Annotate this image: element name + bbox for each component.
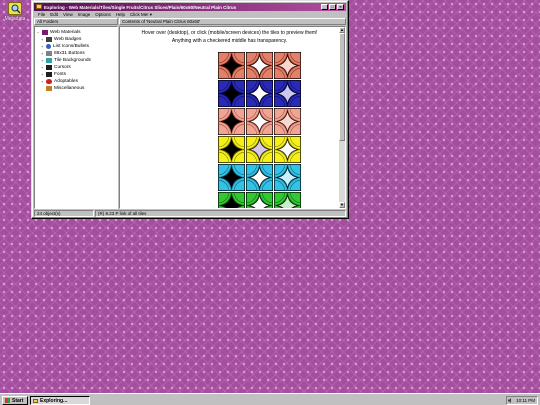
tile-grid: [218, 52, 301, 209]
tree-item[interactable]: + Adoptables: [37, 78, 117, 85]
tile-row: [218, 108, 301, 135]
tree-item[interactable]: + Web Badges: [37, 36, 117, 43]
badge-icon: [46, 37, 52, 42]
citrus-tile[interactable]: [218, 136, 245, 163]
menu-help[interactable]: Help: [116, 12, 125, 17]
tree-item-label: List Icons/Bullets: [53, 44, 89, 49]
contents-pane: Hover over (desktop), or click (mobile/s…: [119, 26, 346, 209]
explorer-window: Exploring - Web Materials/Tiles/Single F…: [31, 0, 349, 219]
menu-bar: File Edit View Image Options Help Click …: [34, 11, 346, 18]
window-title: Exploring - Web Materials/Tiles/Single F…: [44, 4, 237, 10]
citrus-tile[interactable]: [274, 136, 301, 163]
tile-row: [218, 52, 301, 79]
citrus-tile[interactable]: [246, 164, 273, 191]
desktop-icon-label: Metadata: [4, 16, 26, 22]
taskbar-exploring-button[interactable]: Exploring...: [30, 396, 90, 405]
tree-item-label: Web Materials: [50, 30, 81, 35]
info-text-hover: Hover over (desktop), or click (mobile/s…: [141, 30, 318, 36]
tree-item-label: Tile Backgrounds: [54, 58, 91, 63]
citrus-tile[interactable]: [218, 192, 245, 209]
folder-tree: − Web Materials + Web Badges + List Icons/Bul…: [34, 26, 118, 209]
citrus-tile[interactable]: [218, 164, 245, 191]
citrus-tile[interactable]: [246, 52, 273, 79]
maximize-button[interactable]: □: [329, 4, 336, 10]
citrus-tile[interactable]: [218, 108, 245, 135]
status-bar: 24 object(s) (R) 8.23 P link of all tile…: [34, 210, 346, 217]
tree-item-label: Fonts: [54, 72, 66, 77]
tree-item[interactable]: + Tile Backgrounds: [37, 57, 117, 64]
tile-row: [218, 192, 301, 209]
scroll-down-arrow-icon[interactable]: ▼: [339, 202, 345, 208]
tree-item-label: 88x31 Buttons: [54, 51, 85, 56]
tree-item-label: Cursors: [54, 65, 71, 70]
tree-item-label: Miscellaneous: [54, 86, 85, 91]
tile-icon: [46, 58, 52, 63]
tile-row: [218, 164, 301, 191]
tree-item[interactable]: Miscellaneous: [37, 85, 117, 92]
desktop-icon-metadata[interactable]: Metadata: [3, 2, 27, 22]
citrus-tile[interactable]: [246, 192, 273, 209]
tree-item[interactable]: +88x31 Buttons: [37, 50, 117, 57]
heart-icon: [46, 79, 52, 84]
menu-file[interactable]: File: [38, 12, 45, 17]
menu-options[interactable]: Options: [95, 12, 111, 17]
tree-item[interactable]: + Fonts: [37, 71, 117, 78]
close-button[interactable]: ×: [337, 4, 344, 10]
tree-item[interactable]: − Web Materials: [37, 29, 117, 36]
taskbar-exploring-label: Exploring...: [40, 397, 68, 404]
tree-item[interactable]: + List Icons/Bullets: [37, 43, 117, 50]
tree-item-label: Adoptables: [54, 79, 79, 84]
start-label: Start: [12, 397, 24, 404]
minimize-button[interactable]: _: [321, 4, 328, 10]
system-tray: 10:11 PM: [506, 396, 538, 405]
contents-header: Contents of 'Neutral Plain Citrus 60x60': [119, 18, 346, 25]
citrus-tile[interactable]: [274, 164, 301, 191]
citrus-tile[interactable]: [274, 80, 301, 107]
clock: 10:11 PM: [516, 398, 535, 403]
citrus-tile[interactable]: [218, 80, 245, 107]
windows-logo-icon: [5, 398, 10, 403]
citrus-tile[interactable]: [274, 52, 301, 79]
citrus-tile[interactable]: [246, 80, 273, 107]
tile-row: [218, 80, 301, 107]
taskbar: Start Exploring... 10:11 PM: [0, 393, 540, 405]
info-text-transparency: Anything with a checkered middle has tra…: [171, 38, 288, 44]
tile-row: [218, 136, 301, 163]
citrus-tile[interactable]: [218, 52, 245, 79]
menu-edit[interactable]: Edit: [50, 12, 58, 17]
status-object-count: 24 object(s): [34, 210, 94, 217]
all-folders-header: All Folders: [34, 18, 118, 25]
speaker-icon[interactable]: [508, 397, 513, 404]
bullet-icon: [46, 44, 51, 49]
menu-click-me[interactable]: Click Me! ▾: [130, 12, 152, 18]
cursor-icon: [46, 65, 52, 70]
folder-icon: [42, 30, 48, 35]
scroll-thumb[interactable]: [339, 33, 345, 141]
folder-icon: [46, 86, 52, 91]
citrus-tile[interactable]: [274, 192, 301, 209]
start-button[interactable]: Start: [2, 396, 28, 405]
tree-item-label: Web Badges: [54, 37, 82, 42]
citrus-tile[interactable]: [246, 108, 273, 135]
citrus-tile[interactable]: [274, 108, 301, 135]
status-link-info: (R) 8.23 P link of all tiles: [95, 210, 346, 217]
menu-image[interactable]: Image: [78, 12, 91, 17]
magnifier-icon: [8, 2, 22, 15]
folder-icon: [33, 398, 38, 403]
button-icon: [46, 51, 52, 56]
folder-icon: [36, 4, 42, 9]
citrus-tile[interactable]: [246, 136, 273, 163]
vertical-scrollbar[interactable]: ▲ ▼: [339, 27, 345, 208]
font-icon: [46, 72, 52, 77]
title-bar[interactable]: Exploring - Web Materials/Tiles/Single F…: [34, 3, 346, 11]
menu-view[interactable]: View: [63, 12, 73, 17]
tree-item[interactable]: + Cursors: [37, 64, 117, 71]
